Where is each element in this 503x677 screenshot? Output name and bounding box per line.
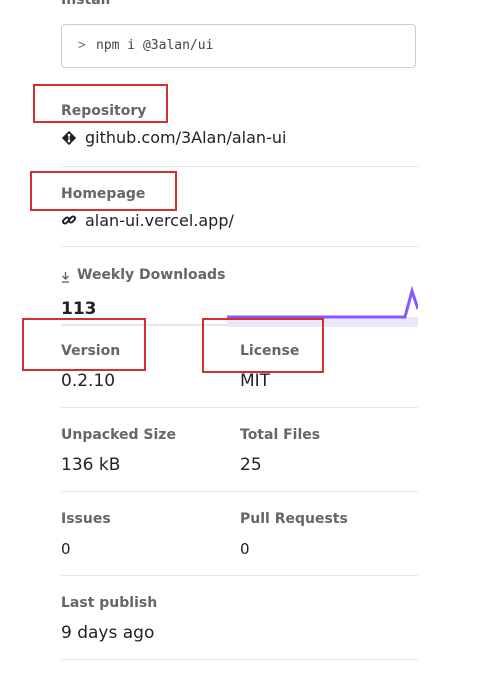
prompt-glyph: > xyxy=(78,38,86,53)
license-label: License xyxy=(240,343,300,359)
license-value: MIT xyxy=(240,371,271,391)
last-publish-value: 9 days ago xyxy=(61,623,155,643)
install-command-text[interactable]: npm i @3alan/ui xyxy=(96,38,213,53)
divider xyxy=(61,491,418,492)
version-label: Version xyxy=(61,343,121,359)
sparkline-line xyxy=(227,285,418,319)
download-icon xyxy=(61,268,70,283)
pull-requests-label[interactable]: Pull Requests xyxy=(240,511,348,527)
divider xyxy=(61,575,418,576)
install-command-box[interactable]: > npm i @3alan/ui xyxy=(61,24,416,68)
unpacked-size-value: 136 kB xyxy=(61,455,121,475)
homepage-link[interactable]: alan-ui.vercel.app/ xyxy=(85,211,234,230)
divider xyxy=(61,166,418,167)
divider xyxy=(61,246,418,247)
repository-link[interactable]: github.com/3Alan/alan-ui xyxy=(85,128,286,147)
pull-requests-value[interactable]: 0 xyxy=(240,540,250,558)
divider xyxy=(61,659,418,660)
unpacked-size-label: Unpacked Size xyxy=(61,427,176,443)
last-publish-label: Last publish xyxy=(61,595,158,611)
link-icon xyxy=(61,212,77,228)
install-label: Install xyxy=(61,0,111,8)
version-value: 0.2.10 xyxy=(61,371,116,391)
weekly-downloads-label: Weekly Downloads xyxy=(77,267,226,283)
issues-label[interactable]: Issues xyxy=(61,511,111,527)
total-files-value: 25 xyxy=(240,455,262,475)
git-icon xyxy=(61,130,77,146)
total-files-label: Total Files xyxy=(240,427,321,443)
divider xyxy=(61,407,418,408)
repository-label: Repository xyxy=(61,103,147,119)
issues-value[interactable]: 0 xyxy=(61,540,71,558)
homepage-label: Homepage xyxy=(61,186,146,202)
